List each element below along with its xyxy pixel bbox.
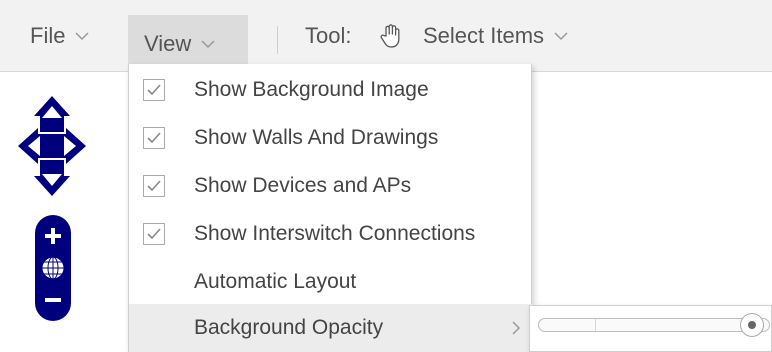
toolbar: File View Tool: Select Items xyxy=(0,0,772,72)
menu-item-label: Show Background Image xyxy=(194,78,429,101)
opacity-slider-thumb[interactable] xyxy=(740,313,764,337)
menu-item-background-opacity[interactable]: Background Opacity xyxy=(129,304,533,352)
chevron-right-icon xyxy=(511,320,521,336)
background-opacity-submenu xyxy=(529,305,772,352)
toolbar-divider xyxy=(277,26,278,54)
menu-item-label: Background Opacity xyxy=(194,316,384,339)
menu-item-show-walls-and-drawings[interactable]: Show Walls And Drawings xyxy=(129,114,533,162)
chevron-down-icon xyxy=(554,31,568,41)
tool-select-value: Select Items xyxy=(423,23,545,48)
menu-item-show-interswitch-connections[interactable]: Show Interswitch Connections xyxy=(129,210,533,258)
checkbox-checked-icon[interactable] xyxy=(143,79,165,101)
slider-thumb-dot xyxy=(748,321,756,329)
file-menu-button[interactable]: File xyxy=(30,0,89,72)
hand-icon xyxy=(378,0,406,72)
menu-item-label: Automatic Layout xyxy=(194,270,357,293)
checkbox-checked-icon[interactable] xyxy=(143,127,165,149)
zoom-control[interactable] xyxy=(34,214,72,322)
view-menu-label: View xyxy=(144,30,192,56)
chevron-down-icon xyxy=(75,31,89,41)
menu-item-automatic-layout[interactable]: Automatic Layout xyxy=(129,258,533,306)
checkbox-checked-icon[interactable] xyxy=(143,175,165,197)
menu-item-label: Show Interswitch Connections xyxy=(194,222,476,245)
menu-item-show-devices-and-aps[interactable]: Show Devices and APs xyxy=(129,162,533,210)
opacity-slider-track[interactable] xyxy=(538,318,770,332)
tool-label: Tool: xyxy=(305,23,352,48)
menu-item-label: Show Walls And Drawings xyxy=(194,126,439,149)
menu-item-show-background-image[interactable]: Show Background Image xyxy=(129,66,533,114)
menu-item-label: Show Devices and APs xyxy=(194,174,412,197)
chevron-down-icon xyxy=(201,39,215,49)
checkbox-checked-icon[interactable] xyxy=(143,223,165,245)
zoom-out-icon xyxy=(45,298,61,302)
view-dropdown-menu: Show Background Image Show Walls And Dra… xyxy=(128,64,533,352)
slider-tick xyxy=(595,319,596,331)
file-menu-label: File xyxy=(30,23,66,48)
tool-select-dropdown[interactable]: Select Items xyxy=(423,0,568,72)
pan-control[interactable] xyxy=(16,94,88,198)
